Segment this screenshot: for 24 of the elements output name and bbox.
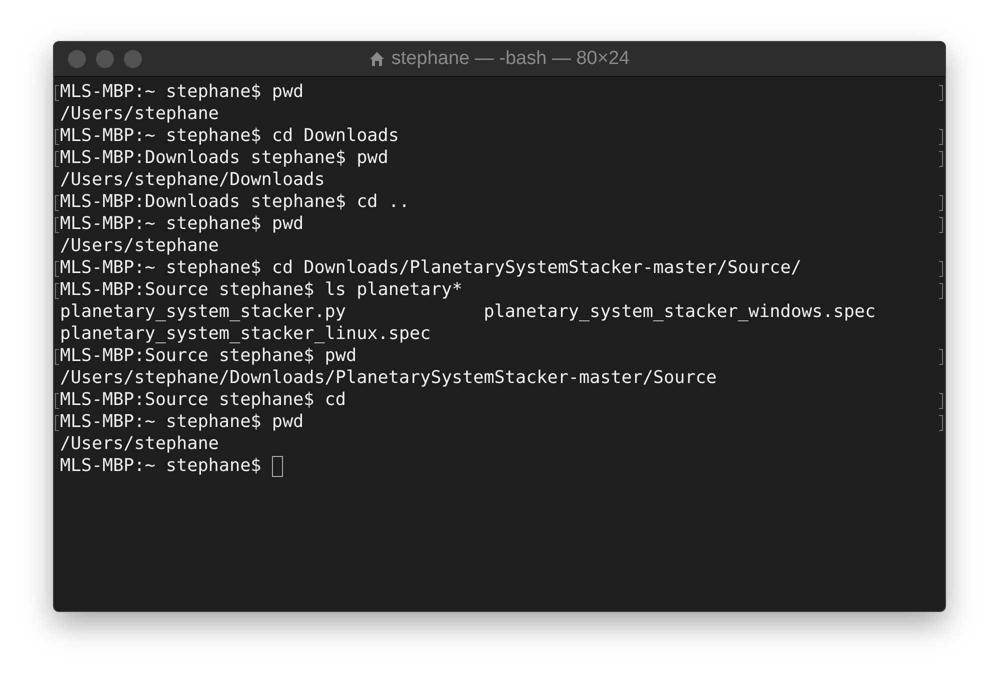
terminal-line: MLS-MBP:~ stephane$ pwd	[60, 213, 304, 235]
terminal-line: MLS-MBP:Source stephane$ cd	[60, 389, 346, 411]
terminal-line: MLS-MBP:~ stephane$ cd Downloads	[60, 125, 399, 147]
terminal-line: MLS-MBP:Source stephane$ pwd	[60, 345, 357, 367]
terminal-line: /Users/stephane/Downloads/PlanetarySystemStacker-master/Source	[60, 367, 717, 389]
terminal-line: MLS-MBP:Downloads stephane$ cd ..	[60, 191, 410, 213]
terminal-prompt: MLS-MBP:~ stephane$	[60, 455, 262, 477]
close-button[interactable]	[68, 50, 86, 68]
terminal-line: MLS-MBP:~ stephane$ cd Downloads/PlanetarySystemStacker-master/Source/	[60, 257, 802, 279]
file-name: planetary_system_stacker.py	[60, 301, 347, 323]
terminal-line: /Users/stephane	[60, 103, 219, 125]
terminal-line: /Users/stephane	[60, 433, 219, 455]
terminal-line: /Users/stephane	[60, 235, 219, 257]
terminal-line: MLS-MBP:Source stephane$ ls planetary*	[60, 279, 463, 301]
terminal-line: MLS-MBP:~ stephane$ pwd	[60, 411, 304, 433]
house-icon	[369, 51, 386, 67]
terminal-line: planetary_system_stacker_linux.spec	[60, 323, 431, 345]
terminal-line: /Users/stephane/Downloads	[60, 169, 325, 191]
zoom-button[interactable]	[124, 50, 142, 68]
terminal-line: MLS-MBP:Downloads stephane$ pwd	[60, 147, 388, 169]
window-title: stephane — -bash — 80×24	[391, 48, 630, 70]
file-name: planetary_system_stacker_windows.spec	[484, 301, 877, 323]
minimize-button[interactable]	[96, 50, 114, 68]
terminal-line: MLS-MBP:~ stephane$ pwd	[60, 81, 304, 103]
